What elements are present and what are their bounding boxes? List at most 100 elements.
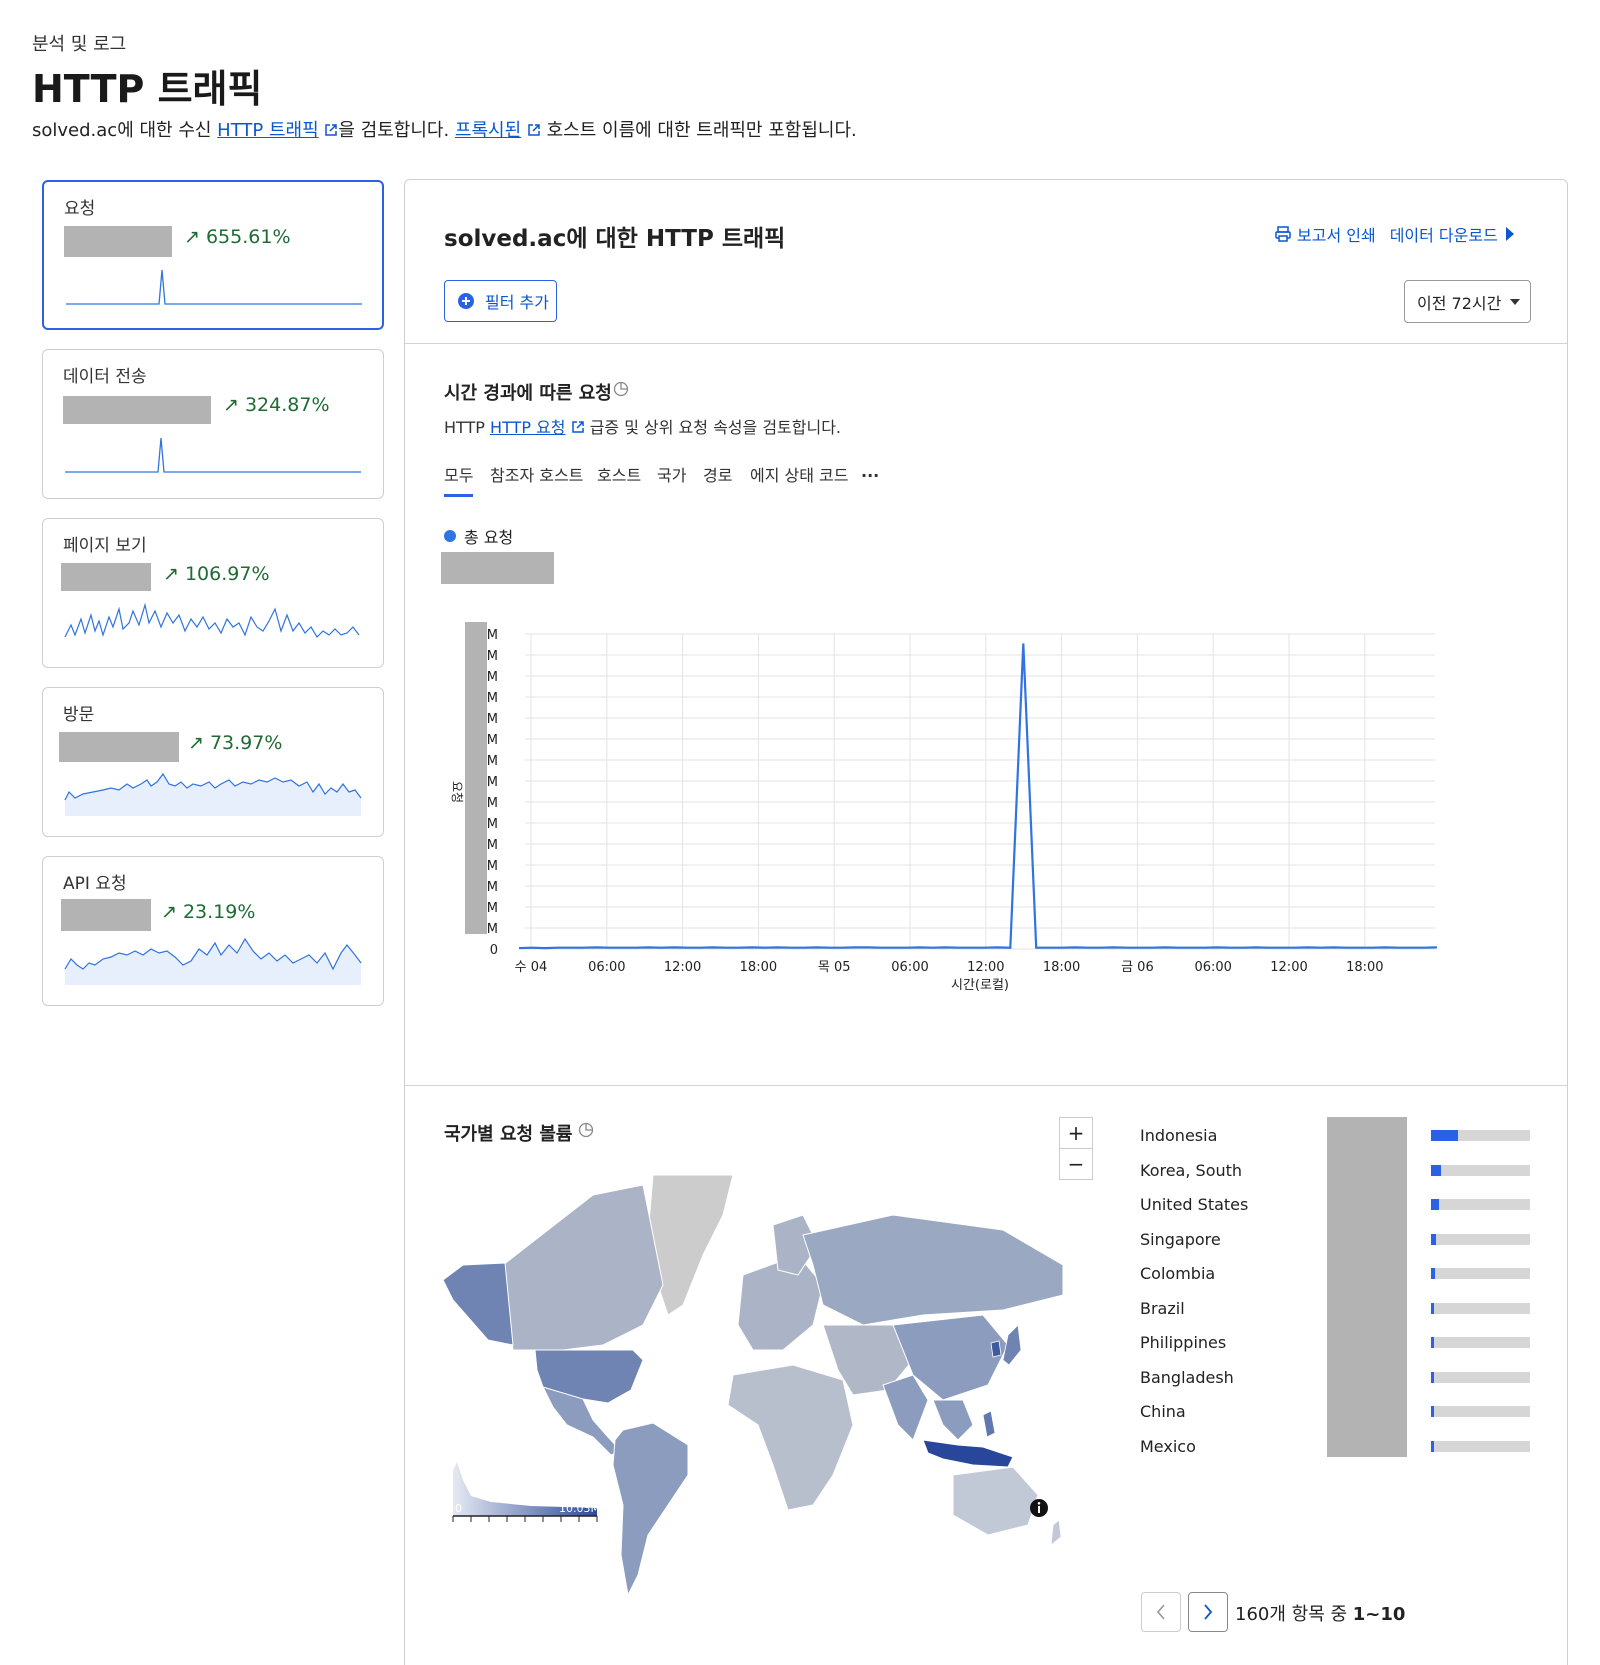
printer-icon [1275, 226, 1291, 242]
pie-chart-icon [613, 381, 629, 397]
subtitle-text: solved.ac에 대한 수신 [32, 120, 218, 141]
time-range-value: 이전 72시간 [1417, 293, 1502, 313]
metric-card-visits[interactable]: 방문 ↗ 73.97% [42, 687, 384, 837]
x-tick-label: 18:00 [1346, 960, 1383, 975]
tab-referer-host[interactable]: 참조자 호스트 [490, 462, 583, 486]
country-bar [1431, 1233, 1530, 1245]
panel-actions: 보고서 인쇄 데이터 다운로드 [1275, 222, 1516, 246]
scale-max-label: 10.03M [559, 1502, 600, 1515]
tab-path[interactable]: 경로 [703, 462, 732, 486]
country-bar-fill [1431, 1371, 1434, 1383]
y-tick-label: M [487, 628, 498, 643]
metric-card-api-requests[interactable]: API 요청 ↗ 23.19% [42, 856, 384, 1006]
download-data-button[interactable]: 데이터 다운로드 [1390, 222, 1498, 246]
y-tick-label: M [487, 712, 498, 727]
x-tick-label: 06:00 [1194, 960, 1231, 975]
metric-change-value: 106.97% [184, 563, 270, 585]
redacted-value [59, 732, 179, 762]
country-bar-fill [1431, 1337, 1434, 1348]
redacted-value [61, 563, 151, 591]
traffic-panel: solved.ac에 대한 HTTP 트래픽 보고서 인쇄 데이터 다운로드 필… [404, 179, 1568, 1665]
total-requests-line [518, 643, 1438, 950]
country-bar-fill [1431, 1199, 1439, 1210]
pagination-text: 160개 항목 중 [1235, 1604, 1353, 1625]
sparkline [66, 269, 362, 305]
map-zoom-out-button[interactable]: − [1059, 1148, 1093, 1180]
trend-up-icon: ↗ [161, 901, 183, 923]
country-bar-fill [1431, 1268, 1435, 1279]
metric-change-value: 655.61% [205, 226, 291, 248]
trend-up-icon: ↗ [188, 732, 210, 754]
y-tick-label: M [487, 649, 498, 664]
country-name: Korea, South [1140, 1160, 1243, 1180]
x-tick-label: 06:00 [891, 960, 928, 975]
pagination-info: 160개 항목 중 1~10 [1235, 1600, 1405, 1626]
print-report-button[interactable]: 보고서 인쇄 [1297, 222, 1376, 246]
legend-label: 총 요청 [464, 528, 514, 547]
country-bar [1431, 1406, 1530, 1417]
prev-page-button[interactable] [1141, 1592, 1181, 1632]
redacted-y-axis [465, 622, 487, 934]
metric-label: API 요청 [63, 874, 127, 894]
tab-host[interactable]: 호스트 [597, 462, 641, 486]
country-name: Philippines [1140, 1333, 1227, 1352]
x-tick-label: 목 05 [818, 960, 851, 975]
country-bar [1431, 1164, 1530, 1176]
more-tabs-button[interactable]: ... [861, 462, 879, 481]
x-tick-label: 12:00 [1270, 960, 1307, 975]
external-link-icon [571, 421, 584, 433]
add-filter-button[interactable]: 필터 추가 [444, 280, 557, 322]
time-range-select[interactable]: 이전 72시간 [1404, 280, 1531, 323]
trend-up-icon: ↗ [163, 563, 185, 585]
x-axis-label: 시간(로컬) [951, 978, 1009, 993]
y-tick-label: M [487, 817, 498, 832]
requests-section-title: 시간 경과에 따른 요청 [444, 383, 612, 404]
metric-card-requests[interactable]: 요청 ↗ 655.61% [42, 180, 384, 330]
map-zoom-in-button[interactable]: + [1059, 1117, 1093, 1149]
metric-change: ↗ 655.61% [184, 226, 291, 248]
y-tick-label: M [487, 880, 498, 895]
country-section-title: 국가별 요청 볼륨 [444, 1124, 573, 1145]
tab-country[interactable]: 국가 [657, 462, 686, 486]
scale-min-label: 0 [455, 1502, 462, 1515]
redacted-total [441, 552, 554, 584]
metric-change-value: 73.97% [209, 732, 283, 754]
info-icon[interactable] [1029, 1498, 1049, 1518]
country-name: Mexico [1140, 1436, 1196, 1456]
desc-text: 급증 및 상위 요청 속성을 검토합니다. [584, 418, 842, 437]
external-link-icon [325, 124, 338, 136]
metric-label: 방문 [63, 705, 95, 725]
sparkline [64, 602, 360, 638]
metric-card-data-transfer[interactable]: 데이터 전송 ↗ 324.87% [42, 349, 384, 499]
country-bar [1431, 1337, 1530, 1348]
y-tick-label: M [487, 691, 498, 706]
redacted-value [61, 899, 151, 931]
metric-card-page-views[interactable]: 페이지 보기 ↗ 106.97% [42, 518, 384, 668]
metric-change: ↗ 106.97% [163, 563, 270, 585]
http-requests-link[interactable]: HTTP 요청 [490, 418, 565, 437]
x-tick-label: 수 04 [515, 960, 548, 975]
proxied-link[interactable]: 프록시된 [455, 120, 521, 141]
sparkline [64, 937, 362, 985]
tab-edge-status-code[interactable]: 에지 상태 코드 [750, 462, 849, 486]
next-page-button[interactable] [1188, 1592, 1228, 1632]
sparkline [64, 772, 362, 816]
chevron-right-icon [1204, 1604, 1213, 1620]
trend-up-icon: ↗ [223, 394, 245, 416]
world-map[interactable] [443, 1175, 1079, 1615]
metric-change: ↗ 324.87% [223, 394, 330, 416]
http-traffic-link[interactable]: HTTP 트래픽 [217, 120, 318, 141]
subtitle-text: 호스트 이름에 대한 트래픽만 포함됩니다. [540, 120, 857, 141]
requests-line-chart: MMMMMMMMMMMMMMM0수 04 06:00 12:00 18:00 목 05 0… [450, 622, 1438, 993]
metric-change: ↗ 23.19% [161, 901, 255, 923]
x-tick-label: 금 06 [1121, 960, 1154, 975]
redacted-value [64, 226, 172, 257]
tab-all[interactable]: 모두 [444, 462, 474, 497]
chevron-down-icon [1510, 298, 1521, 305]
country-bar [1431, 1268, 1530, 1279]
y-tick-label: M [487, 775, 498, 790]
country-bar [1431, 1302, 1530, 1314]
country-bar-fill [1431, 1130, 1458, 1141]
y-tick-label: M [487, 901, 498, 916]
country-bar [1431, 1130, 1530, 1141]
